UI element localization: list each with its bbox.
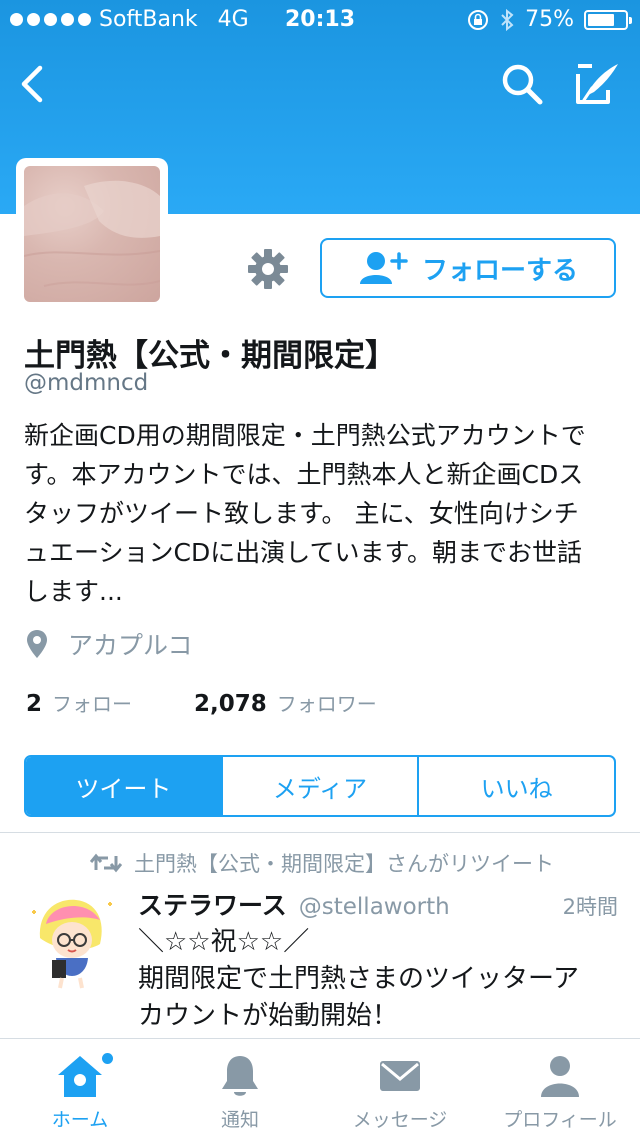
followers-count[interactable]: 2,078	[194, 691, 267, 717]
settings-button[interactable]	[246, 247, 290, 291]
bio-line: 新企画CD用の期間限定・土門熱公式アカウントで	[24, 421, 586, 450]
tab-profile[interactable]: プロフィール	[480, 1039, 640, 1136]
retweet-icon	[90, 853, 122, 873]
retweet-context-text: 土門熱【公式・期間限定】さんがリツイート	[134, 852, 554, 876]
cartoon-avatar-image	[32, 899, 112, 989]
profile-tabs: ツイート メディア いいね	[24, 755, 616, 817]
tab-profile-label: プロフィール	[503, 1109, 617, 1131]
profile-location: アカプルコ	[26, 626, 193, 662]
compose-tweet-button[interactable]	[572, 60, 622, 108]
tweet-text[interactable]: ＼☆☆祝☆☆／ 期間限定で土門熱さまのツイッターア カウントが始動開始！	[138, 924, 618, 1035]
gear-icon	[248, 249, 288, 289]
tweet-author-handle[interactable]: @stellaworth	[299, 894, 563, 920]
profile-bio: 新企画CD用の期間限定・土門熱公式アカウントで す。本アカウントでは、土門熱本人…	[24, 416, 624, 611]
tab-likes[interactable]: いいね	[417, 757, 614, 815]
profile-stats: 2 フォロー 2,078 フォロワー	[26, 688, 377, 717]
tab-messages[interactable]: メッセージ	[320, 1039, 480, 1136]
following-label[interactable]: フォロー	[52, 688, 132, 717]
back-button[interactable]	[14, 62, 54, 106]
tab-tweets[interactable]: ツイート	[26, 757, 221, 815]
orientation-lock-icon	[468, 9, 489, 30]
bluetooth-icon	[501, 8, 514, 31]
tab-media[interactable]: メディア	[220, 757, 418, 815]
battery-icon	[584, 9, 632, 30]
home-notification-dot	[102, 1053, 113, 1064]
location-pin-icon	[27, 630, 47, 658]
pillow-photo	[24, 180, 160, 287]
person-icon	[541, 1056, 579, 1097]
tab-notifications[interactable]: 通知	[160, 1039, 320, 1136]
battery-percent: 75%	[525, 7, 574, 32]
profile-handle: @mdmncd	[24, 370, 149, 396]
bio-line: タッフがツイート致します。 主に、女性向けシチ	[24, 499, 579, 528]
tweet-author-name[interactable]: ステラワース	[138, 886, 287, 922]
add-user-icon	[359, 252, 408, 284]
tweet-timestamp: 2時間	[562, 895, 618, 919]
bio-line: ュエーションCDに出演しています。朝までお世話	[24, 538, 582, 567]
search-icon	[502, 64, 543, 105]
tweet-text-line: 期間限定で土門熱さまのツイッターア	[138, 964, 579, 994]
compose-tweet-icon	[576, 64, 618, 104]
chevron-left-icon	[21, 65, 43, 103]
tab-home-label: ホーム	[51, 1109, 109, 1131]
tab-notifications-label: 通知	[220, 1109, 259, 1131]
bio-line: す。本アカウントでは、土門熱本人と新企画CDス	[24, 460, 584, 489]
home-icon	[58, 1056, 102, 1097]
bio-line: します...	[24, 577, 123, 606]
follow-button[interactable]: フォローする	[320, 238, 616, 298]
follow-button-label: フォローする	[421, 255, 578, 286]
tweet-header: ステラワース @stellaworth 2時間	[138, 886, 618, 922]
bell-icon	[222, 1056, 258, 1096]
divider	[0, 832, 640, 833]
status-bar: SoftBank 4G 20:13 75%	[0, 0, 640, 40]
avatar	[24, 166, 160, 302]
tab-messages-label: メッセージ	[352, 1109, 448, 1131]
retweet-context: 土門熱【公式・期間限定】さんがリツイート	[90, 848, 554, 878]
profile-name: 土門熱【公式・期間限定】	[24, 338, 396, 374]
tab-home[interactable]: ホーム	[0, 1039, 160, 1136]
tweet-author-avatar[interactable]	[28, 890, 118, 990]
profile-avatar-frame[interactable]	[16, 158, 168, 310]
envelope-icon	[380, 1061, 420, 1091]
tweet-text-line: ＼☆☆祝☆☆／	[138, 927, 310, 957]
location-text: アカプルコ	[68, 631, 193, 660]
tweet-text-line: カウントが始動開始！	[138, 1001, 399, 1031]
search-button[interactable]	[498, 60, 546, 108]
following-count[interactable]: 2	[26, 691, 42, 717]
followers-label[interactable]: フォロワー	[277, 688, 377, 717]
bottom-tab-bar: ホーム 通知 メッセージ プロフィール	[0, 1038, 640, 1136]
